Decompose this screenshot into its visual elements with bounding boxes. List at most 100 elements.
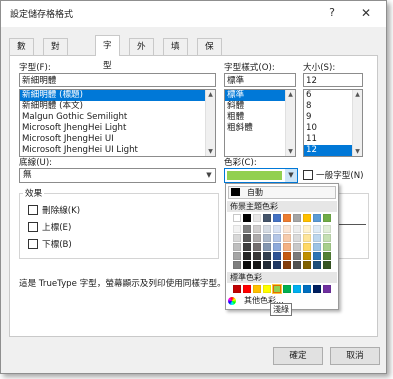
size-input[interactable]: 12 [303,73,363,87]
underline-dropdown[interactable]: 無 ▼ [19,168,216,183]
theme-color-swatch[interactable] [283,234,291,242]
close-button[interactable]: ✕ [348,3,384,23]
theme-color-swatch[interactable] [293,243,301,251]
tab-protection[interactable]: 保護 [197,38,222,68]
standard-color-swatch[interactable] [323,285,331,293]
theme-color-swatch[interactable] [303,261,311,269]
theme-color-swatch[interactable] [273,225,281,233]
font-list-scrollbar[interactable]: ▲ ▼ [205,90,215,156]
theme-color-swatch[interactable] [283,261,291,269]
theme-color-swatch[interactable] [233,252,241,260]
theme-color-swatch[interactable] [253,243,261,251]
theme-color-swatch[interactable] [303,214,311,222]
help-button[interactable]: ? [321,3,343,23]
font-input[interactable]: 新細明體 [19,73,216,87]
theme-color-swatch[interactable] [253,261,261,269]
theme-color-swatch[interactable] [243,261,251,269]
theme-color-swatch[interactable] [263,252,271,260]
theme-color-swatch[interactable] [263,214,271,222]
superscript-checkbox[interactable] [28,222,38,232]
theme-color-swatch[interactable] [293,252,301,260]
theme-color-swatch[interactable] [273,214,281,222]
standard-color-swatch-selected[interactable] [272,284,282,294]
size-list[interactable]: 6 8 9 10 11 12 ▲ ▼ [303,89,363,157]
theme-color-swatch[interactable] [323,225,331,233]
standard-color-swatch[interactable] [253,285,261,293]
theme-color-swatch[interactable] [283,214,291,222]
standard-color-swatch[interactable] [303,285,311,293]
standard-color-swatch[interactable] [263,285,271,293]
theme-color-swatch[interactable] [263,225,271,233]
font-list-item[interactable]: Microsoft JhengHei Light [20,123,215,134]
theme-color-swatch[interactable] [273,261,281,269]
automatic-color-option[interactable]: 自動 [228,186,336,199]
standard-color-swatch[interactable] [283,285,291,293]
theme-color-swatch[interactable] [323,234,331,242]
theme-color-swatch[interactable] [293,225,301,233]
theme-color-swatch[interactable] [283,243,291,251]
subscript-checkbox[interactable] [28,239,38,249]
cancel-button[interactable]: 取消 [330,347,380,365]
theme-color-swatch[interactable] [263,243,271,251]
theme-color-swatch[interactable] [303,243,311,251]
theme-color-swatch[interactable] [323,214,331,222]
theme-color-swatch[interactable] [243,243,251,251]
standard-color-swatch[interactable] [293,285,301,293]
theme-color-swatch[interactable] [313,214,321,222]
font-list-item[interactable]: Malgun Gothic Semilight [20,112,215,123]
theme-color-swatch[interactable] [313,261,321,269]
tab-border[interactable]: 外框 [129,38,154,68]
theme-color-swatch[interactable] [243,214,251,222]
normal-font-checkbox[interactable] [303,170,313,180]
font-list-item[interactable]: Microsoft JhengHei UI [20,134,215,145]
scroll-up-icon[interactable]: ▲ [206,90,215,99]
theme-color-swatch[interactable] [243,234,251,242]
theme-color-swatch[interactable] [303,234,311,242]
theme-color-swatch[interactable] [233,234,241,242]
theme-color-swatch[interactable] [293,261,301,269]
scroll-down-icon[interactable]: ▼ [353,147,362,156]
theme-color-swatch[interactable] [253,252,261,260]
theme-color-swatch[interactable] [263,234,271,242]
size-list-scrollbar[interactable]: ▲ ▼ [352,90,362,156]
ok-button[interactable]: 確定 [273,347,323,365]
tab-font[interactable]: 字型 [95,35,120,71]
theme-color-swatch[interactable] [313,243,321,251]
strikethrough-checkbox[interactable] [28,205,38,215]
theme-color-swatch[interactable] [253,225,261,233]
color-dropdown[interactable]: ▼ [224,168,298,183]
theme-color-swatch[interactable] [273,243,281,251]
tab-number[interactable]: 數值 [9,38,34,68]
style-list-scrollbar[interactable]: ▲ ▼ [285,90,295,156]
style-list[interactable]: 標準 斜體 粗體 粗斜體 ▲ ▼ [224,89,296,157]
font-list-item[interactable]: 新細明體 (標題) [20,90,215,101]
scroll-up-icon[interactable]: ▲ [286,90,295,99]
theme-color-swatch[interactable] [303,225,311,233]
theme-color-swatch[interactable] [273,252,281,260]
font-list-item[interactable]: Microsoft JhengHei UI Light [20,145,215,156]
tab-alignment[interactable]: 對齊方式 [43,38,68,100]
theme-color-swatch[interactable] [243,225,251,233]
standard-color-swatch[interactable] [313,285,321,293]
theme-color-swatch[interactable] [233,225,241,233]
theme-color-swatch[interactable] [293,234,301,242]
theme-color-swatch[interactable] [283,225,291,233]
scroll-down-icon[interactable]: ▼ [286,147,295,156]
standard-color-swatch[interactable] [233,285,241,293]
theme-color-swatch[interactable] [243,252,251,260]
standard-color-swatch[interactable] [243,285,251,293]
theme-color-swatch[interactable] [323,261,331,269]
font-list-item[interactable]: 新細明體 (本文) [20,101,215,112]
theme-color-swatch[interactable] [233,243,241,251]
theme-color-swatch[interactable] [303,252,311,260]
theme-color-swatch[interactable] [253,214,261,222]
scroll-down-icon[interactable]: ▼ [206,147,215,156]
scroll-up-icon[interactable]: ▲ [353,90,362,99]
theme-color-swatch[interactable] [313,252,321,260]
theme-color-swatch[interactable] [323,243,331,251]
theme-color-swatch[interactable] [313,225,321,233]
theme-color-swatch[interactable] [293,214,301,222]
theme-color-swatch[interactable] [233,214,241,222]
tab-fill[interactable]: 填滿 [163,38,188,68]
theme-color-swatch[interactable] [263,261,271,269]
